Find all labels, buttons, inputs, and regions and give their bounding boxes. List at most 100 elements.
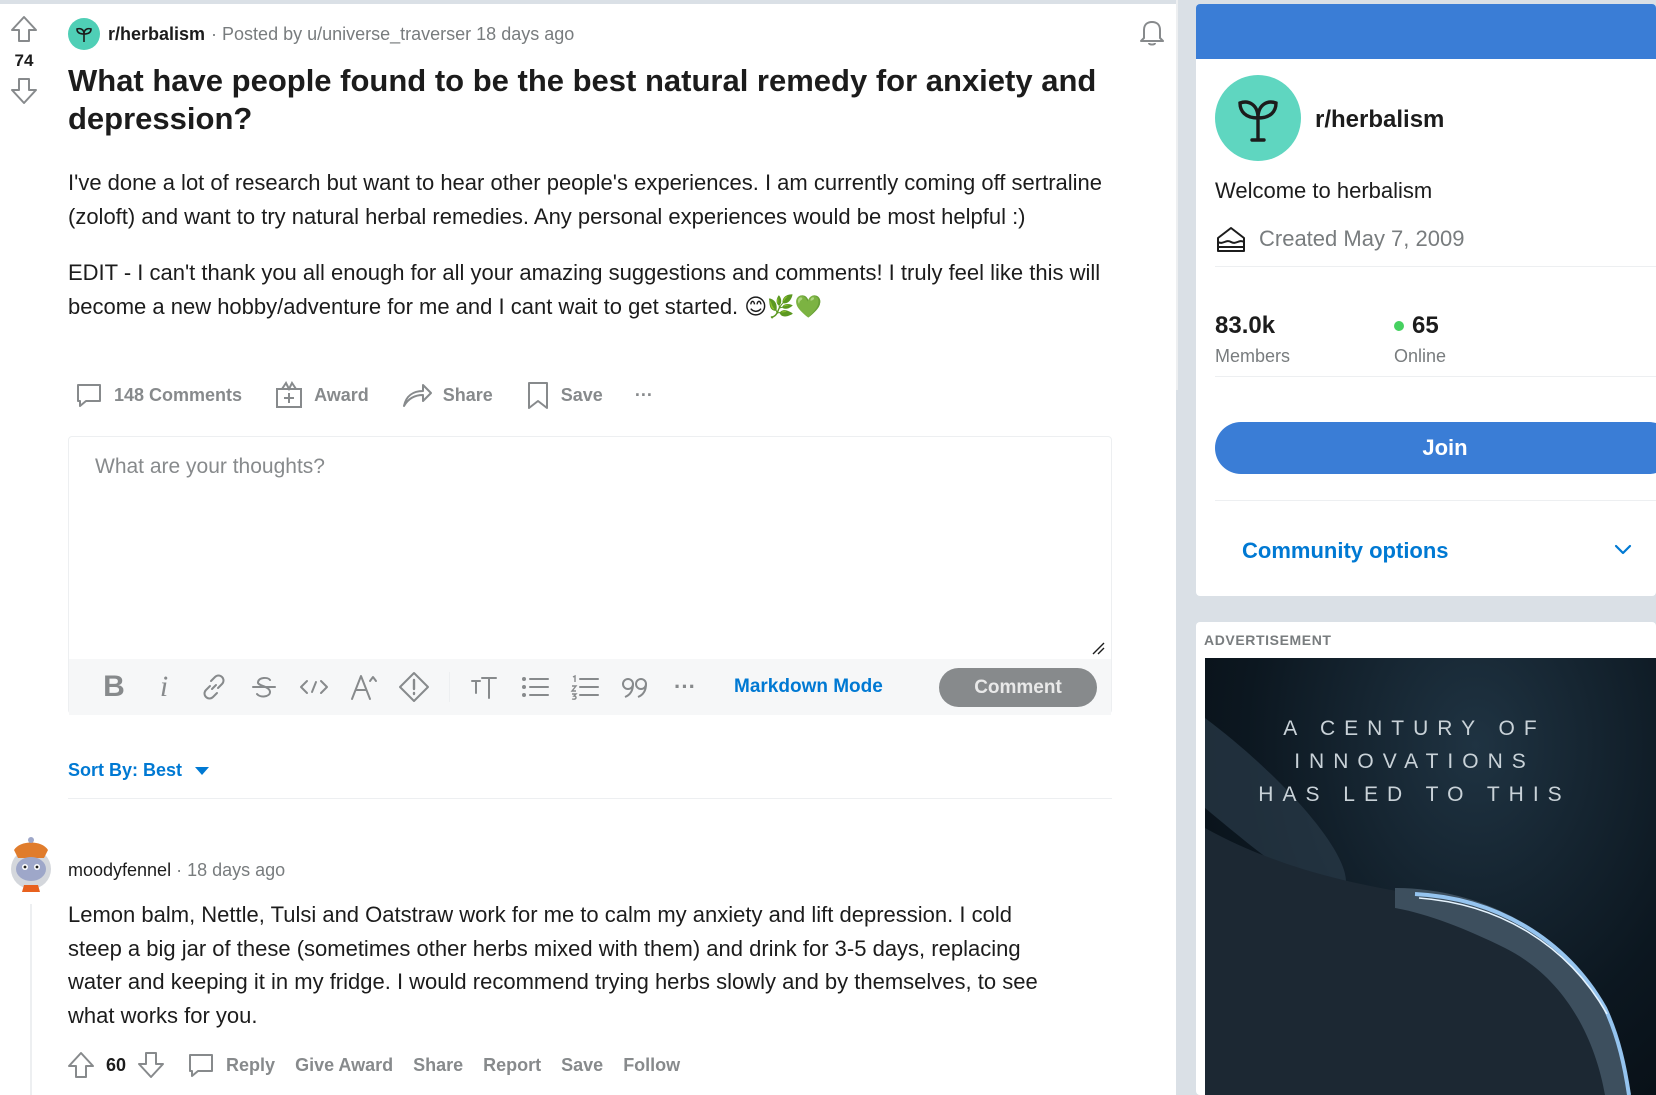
link-button[interactable] (189, 673, 239, 701)
post-paragraph: EDIT - I can't thank you all enough for … (68, 260, 1101, 319)
link-icon (203, 674, 225, 700)
user-avatar[interactable] (4, 836, 58, 894)
community-card: r/herbalism Welcome to herbalism Created… (1196, 4, 1656, 596)
comment-meta: moodyfennel · 18 days ago (68, 860, 285, 881)
upvote-icon[interactable] (9, 14, 39, 44)
members-stat: 83.0k Members (1215, 312, 1290, 367)
inline-code-button[interactable] (289, 673, 339, 701)
community-name[interactable]: r/herbalism (1315, 106, 1444, 134)
post-paragraph: I've done a lot of research but want to … (68, 170, 1102, 229)
superscript-icon (351, 675, 377, 700)
downvote-icon[interactable] (9, 76, 39, 106)
comment-input[interactable] (69, 437, 1111, 659)
community-description: Welcome to herbalism (1215, 178, 1433, 203)
vote-column: 74 (0, 14, 48, 106)
advertisement-label: ADVERTISEMENT (1204, 632, 1332, 648)
post-panel: 74 r/herbalism · Posted by u/universe_tr… (0, 0, 1176, 1095)
heading-button[interactable] (460, 673, 510, 701)
quote-button[interactable] (610, 673, 660, 701)
online-dot-icon (1394, 321, 1404, 331)
bullet-list-button[interactable] (510, 673, 560, 701)
numbered-list-button[interactable] (560, 673, 610, 701)
sort-dropdown[interactable]: Sort By: Best (68, 760, 210, 781)
give-award-button[interactable]: Give Award (295, 1055, 393, 1076)
ad-headline-line: HAS LED TO THIS (1258, 783, 1571, 806)
italic-button[interactable]: i (139, 670, 189, 704)
online-label: Online (1394, 346, 1447, 366)
report-button[interactable]: Report (483, 1055, 541, 1076)
created-date: Created May 7, 2009 (1215, 224, 1464, 254)
divider (1215, 266, 1656, 267)
follow-button[interactable]: Follow (623, 1055, 680, 1076)
advertisement-image[interactable]: A CENTURY OF INNOVATIONS HAS LED TO THIS (1205, 658, 1656, 1095)
comment-vote-count: 60 (106, 1054, 127, 1075)
created-label: Created May 7, 2009 (1259, 226, 1465, 251)
comment-editor: B i (68, 436, 1112, 715)
upvote-icon (68, 1052, 94, 1078)
subreddit-avatar[interactable] (68, 18, 100, 50)
posted-by[interactable]: · Posted by u/universe_traverser 18 days… (211, 24, 574, 45)
members-count: 83.0k (1215, 312, 1276, 339)
markdown-mode-button[interactable]: Markdown Mode (734, 676, 883, 698)
ad-headline: A CENTURY OF INNOVATIONS HAS LED TO THIS (1205, 712, 1624, 811)
comment-save-button[interactable]: Save (561, 1055, 603, 1076)
advertisement-card: ADVERTISEMENT A CENTURY OF INNOVATIONS H… (1196, 622, 1656, 1095)
community-banner (1196, 4, 1656, 59)
save-label: Save (560, 384, 603, 405)
scrollbar[interactable] (1176, 0, 1178, 390)
community-options-toggle[interactable]: Community options (1242, 538, 1449, 564)
comments-button[interactable]: 148 Comments (74, 380, 242, 410)
cake-icon (1217, 227, 1245, 252)
bell-icon[interactable] (1136, 16, 1168, 48)
heading-icon (471, 677, 497, 699)
spoiler-button[interactable] (389, 671, 439, 703)
comment-body: Lemon balm, Nettle, Tulsi and Oatstraw w… (68, 902, 1038, 1028)
divider (1215, 376, 1656, 377)
comment-icon (77, 384, 101, 407)
strikethrough-button[interactable] (239, 673, 289, 701)
thread-line[interactable] (30, 904, 32, 1095)
resize-grip-icon[interactable] (1091, 641, 1105, 655)
share-label: Share (442, 384, 493, 405)
comment-actions: 60 Reply Give Award Share Report Save Fo… (66, 1050, 700, 1080)
more-formatting-button[interactable]: ··· (660, 674, 710, 700)
online-count-row: 65 (1394, 312, 1446, 340)
comment-upvote-button[interactable] (66, 1050, 96, 1080)
code-icon (300, 680, 328, 694)
award-label: Award (314, 384, 369, 405)
ad-headline-line: A CENTURY OF (1283, 717, 1546, 740)
editor-toolbar: B i ··· Markdown Mode Comment (69, 659, 1111, 715)
comment-downvote-button[interactable] (136, 1050, 166, 1080)
superscript-button[interactable] (339, 672, 389, 702)
post-actions: 148 Comments Award Share Save ··· (74, 380, 685, 410)
bullet-list-icon (522, 677, 549, 697)
comment-submit-button[interactable]: Comment (939, 668, 1097, 707)
comment-time[interactable]: · 18 days ago (176, 860, 285, 880)
strikethrough-icon (252, 676, 276, 698)
top-divider (0, 0, 1176, 4)
join-button[interactable]: Join (1215, 422, 1656, 474)
divider (1215, 500, 1656, 501)
subreddit-link[interactable]: r/herbalism (108, 24, 205, 45)
comment-author[interactable]: moodyfennel (68, 860, 171, 880)
comment-share-button[interactable]: Share (413, 1055, 463, 1076)
chevron-down-icon[interactable] (1614, 544, 1632, 556)
post-body: I've done a lot of research but want to … (68, 166, 1158, 323)
community-avatar[interactable] (1215, 75, 1301, 161)
sprout-icon (1238, 100, 1278, 142)
gift-icon (276, 381, 303, 408)
sort-label: Sort By: Best (68, 760, 183, 780)
quote-icon (622, 678, 647, 698)
save-button[interactable]: Save (525, 380, 603, 410)
bold-button[interactable]: B (89, 670, 139, 704)
post-meta: r/herbalism · Posted by u/universe_trave… (68, 18, 574, 50)
award-button[interactable]: Award (274, 380, 369, 410)
online-stat: 65 Online (1394, 312, 1446, 367)
ad-headline-line: INNOVATIONS (1294, 750, 1535, 773)
downvote-icon (138, 1052, 165, 1078)
bookmark-icon (527, 382, 548, 409)
comment-icon (189, 1054, 214, 1077)
share-button[interactable]: Share (401, 380, 493, 410)
more-options-button[interactable]: ··· (635, 385, 653, 406)
reply-button[interactable]: Reply (186, 1050, 275, 1080)
